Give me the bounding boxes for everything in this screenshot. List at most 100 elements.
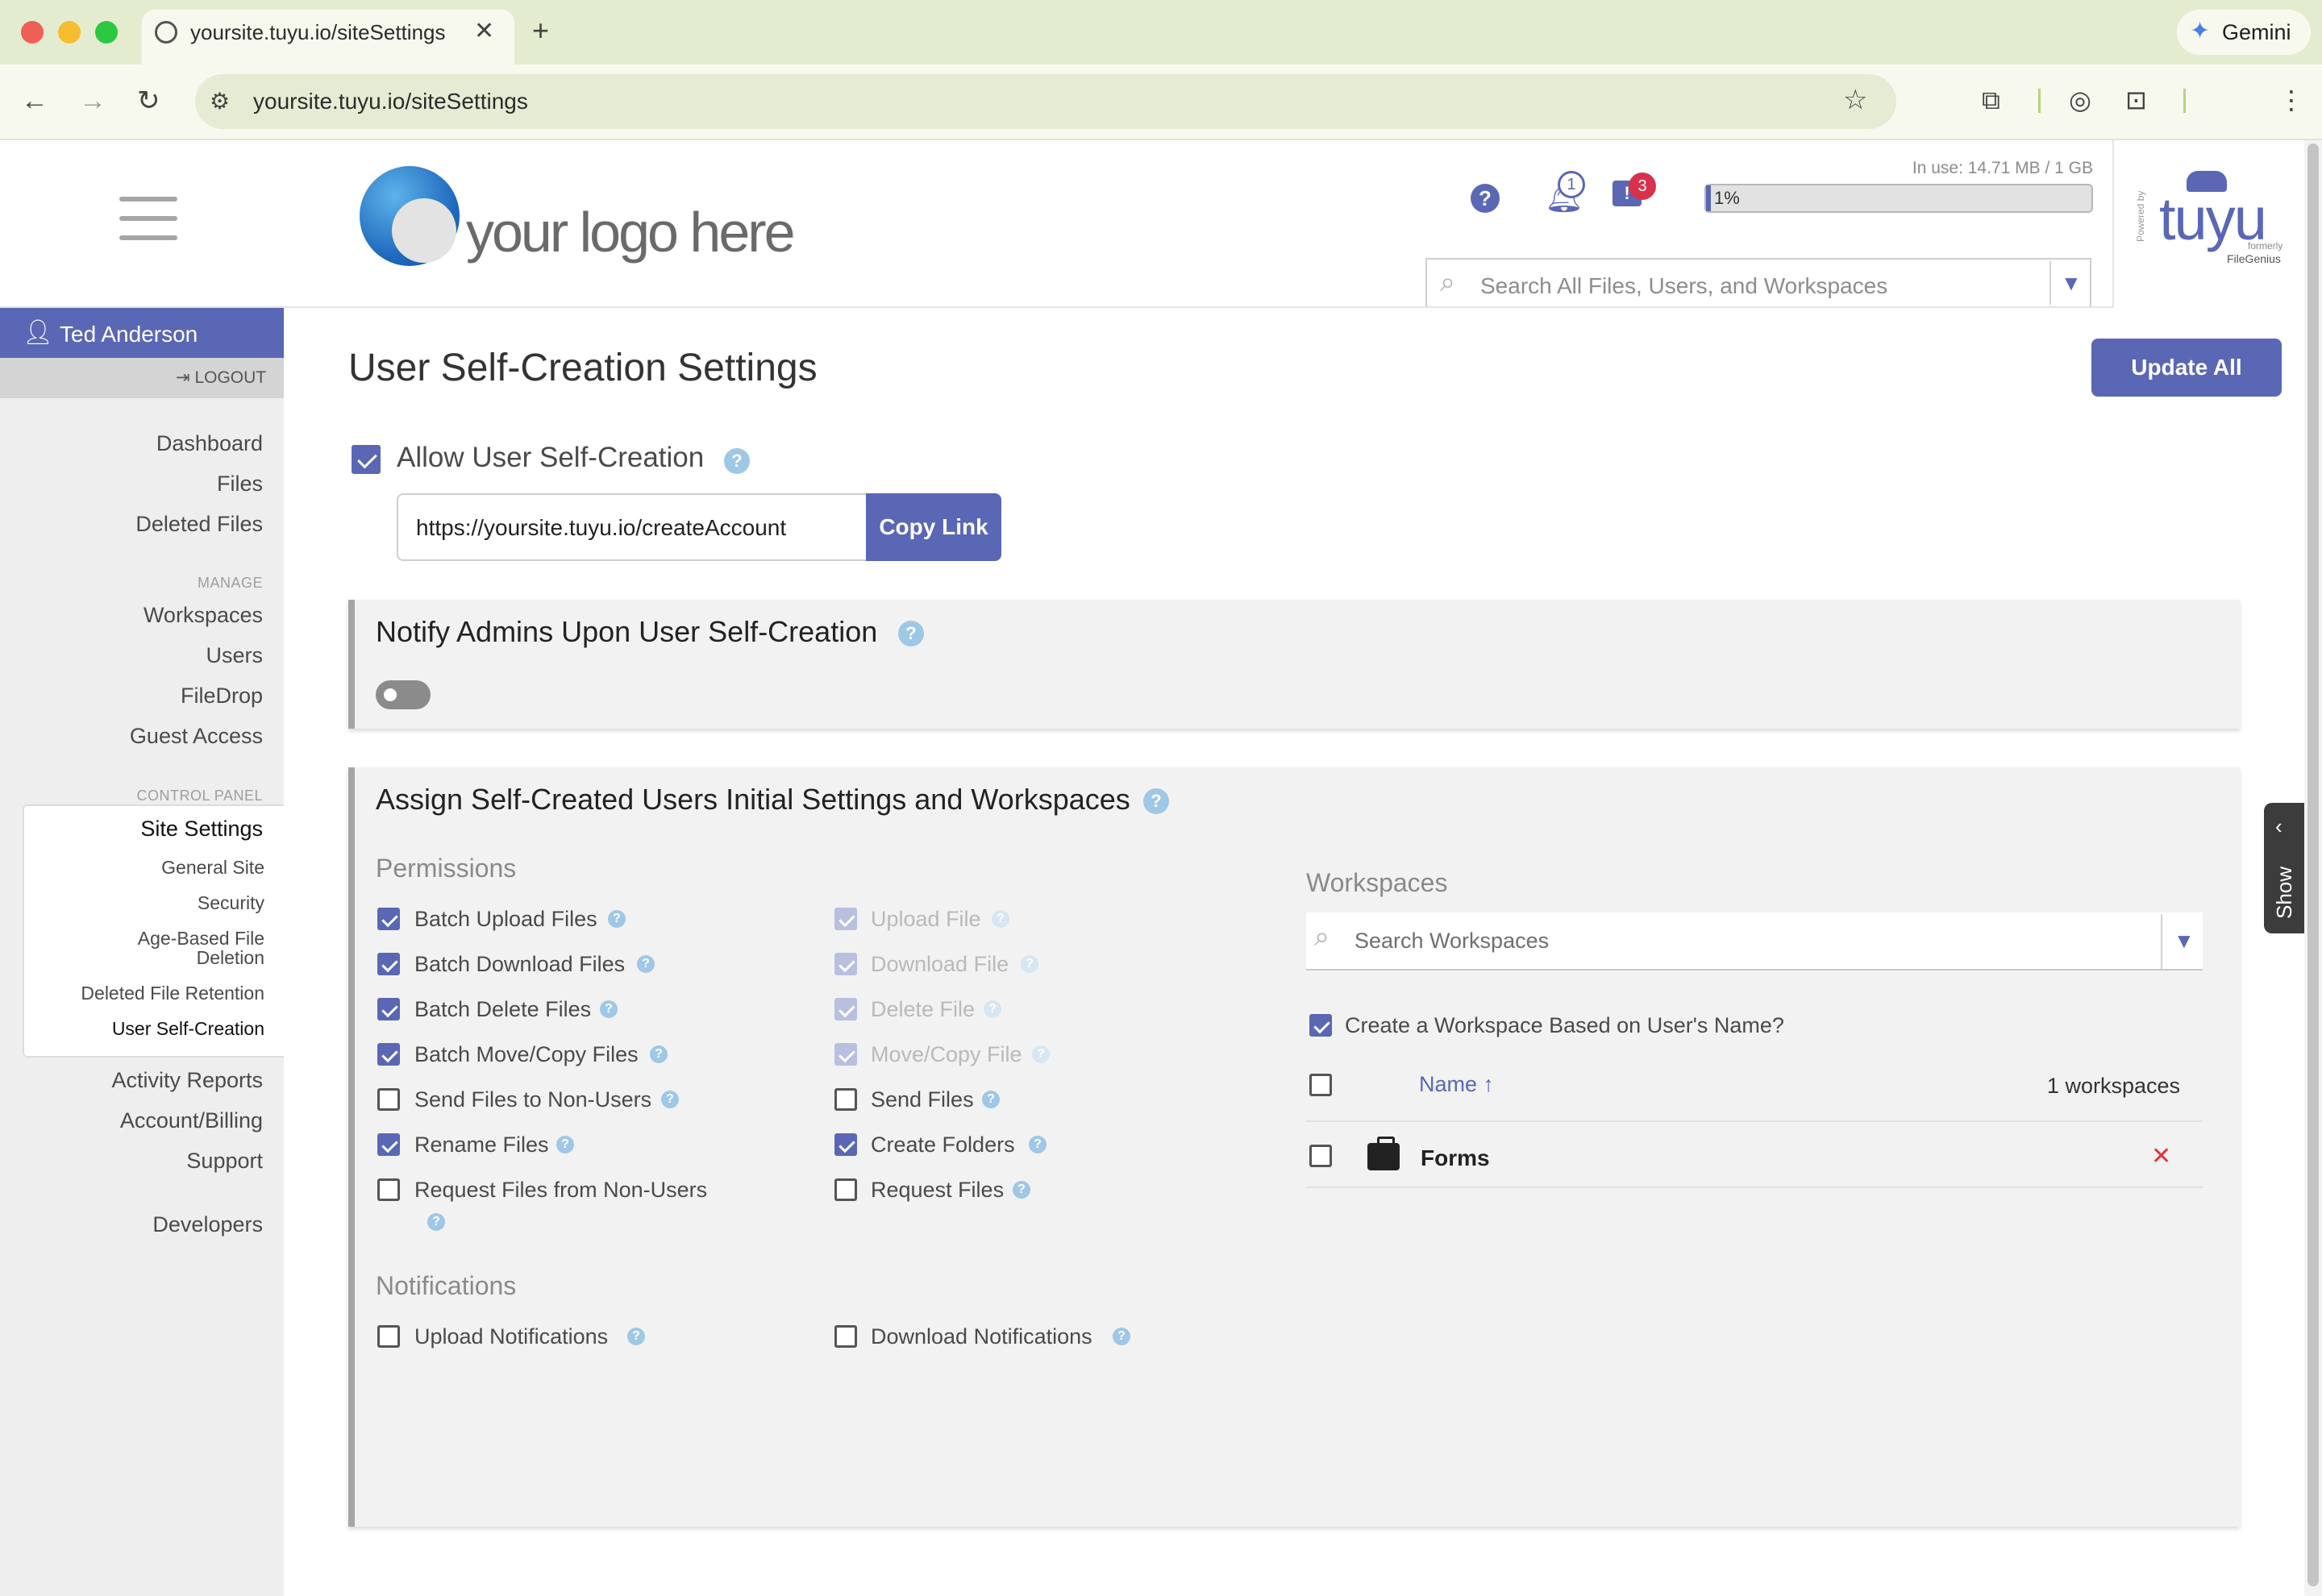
help-bubble-icon[interactable]: ? xyxy=(982,1091,1000,1108)
batch-move-copy-label: Batch Move/Copy Files xyxy=(414,1042,639,1066)
sidebar-item-filedrop[interactable]: FileDrop xyxy=(181,683,263,709)
sidebar-subitem-deletion[interactable]: Deletion xyxy=(197,948,264,967)
copy-link-button[interactable]: Copy Link xyxy=(866,493,1001,561)
extensions-icon[interactable]: ⧉ xyxy=(1982,84,2000,116)
globe-icon xyxy=(155,21,177,44)
sort-ascending-icon: ↑ xyxy=(1483,1072,1495,1096)
upload-notifications-checkbox[interactable] xyxy=(377,1325,400,1348)
sidebar-subitem-deleted-file-retention[interactable]: Deleted File Retention xyxy=(81,983,264,1003)
chevron-down-icon[interactable]: ▼ xyxy=(2174,927,2195,954)
update-all-button[interactable]: Update All xyxy=(2091,339,2282,397)
request-from-non-users-checkbox[interactable] xyxy=(377,1178,400,1201)
help-bubble-icon[interactable]: ? xyxy=(600,1000,618,1018)
sidebar-item-guest-access[interactable]: Guest Access xyxy=(130,723,263,749)
sidebar-item-workspaces[interactable]: Workspaces xyxy=(144,602,263,628)
search-icon: ⌕ xyxy=(1440,267,1456,297)
permissions-heading: Permissions xyxy=(376,854,517,883)
help-bubble-icon[interactable]: ? xyxy=(608,910,626,928)
download-notifications-label: Download Notifications xyxy=(871,1324,1092,1349)
window-zoom-dot[interactable] xyxy=(95,21,118,44)
page-scrollbar-thumb[interactable] xyxy=(2307,143,2319,1586)
move-copy-file-label: Move/Copy File xyxy=(871,1042,1022,1066)
sidebar-subitem-security[interactable]: Security xyxy=(198,893,264,912)
sidebar-item-developers[interactable]: Developers xyxy=(152,1212,263,1237)
reload-icon[interactable]: ↻ xyxy=(137,84,160,118)
help-bubble-icon[interactable]: ? xyxy=(992,910,1009,928)
brand-powered-text: Powered by xyxy=(2135,190,2146,242)
help-bubble-icon[interactable]: ? xyxy=(1029,1136,1047,1153)
help-bubble-icon[interactable]: ? xyxy=(984,1000,1001,1018)
site-settings-icon[interactable]: ⚙ xyxy=(210,85,230,118)
sidebar-item-dashboard[interactable]: Dashboard xyxy=(156,430,263,456)
rename-files-checkbox[interactable] xyxy=(377,1133,400,1156)
select-all-checkbox[interactable] xyxy=(1309,1074,1332,1096)
move-copy-file-checkbox xyxy=(834,1043,857,1066)
sidebar-item-users[interactable]: Users xyxy=(206,642,263,668)
create-account-link-value[interactable]: https://yoursite.tuyu.io/createAccount xyxy=(416,514,786,542)
sidebar-subitem-user-self-creation[interactable]: User Self-Creation xyxy=(112,1019,264,1038)
new-tab-button[interactable]: + xyxy=(532,16,549,45)
storage-usage-bar xyxy=(1704,184,2093,213)
sidebar-section-control-panel: CONTROL PANEL xyxy=(136,788,263,804)
help-bubble-icon[interactable]: ? xyxy=(724,448,750,474)
sidebar-item-site-settings[interactable]: Site Settings xyxy=(140,816,263,842)
help-bubble-icon[interactable]: ? xyxy=(1021,955,1038,973)
window-minimize-dot[interactable] xyxy=(58,21,81,44)
sidebar-item-activity-reports[interactable]: Activity Reports xyxy=(111,1067,263,1093)
tab-close-icon[interactable]: ✕ xyxy=(474,18,494,45)
send-to-non-users-checkbox[interactable] xyxy=(377,1088,400,1111)
gemini-icon: ✦ xyxy=(2190,18,2211,44)
chevron-left-icon: ‹ xyxy=(2275,814,2282,838)
sidebar-item-account-billing[interactable]: Account/Billing xyxy=(120,1108,263,1133)
row-checkbox[interactable] xyxy=(1309,1145,1332,1167)
batch-move-copy-checkbox[interactable] xyxy=(377,1043,400,1066)
workspace-search-input[interactable]: Search Workspaces xyxy=(1354,927,1549,954)
bookmark-star-icon[interactable]: ☆ xyxy=(1843,84,1867,116)
sidebar-subitem-general-site[interactable]: General Site xyxy=(161,858,264,877)
table-row-name[interactable]: Forms xyxy=(1421,1145,1490,1172)
download-file-label: Download File xyxy=(871,952,1009,976)
table-header-divider xyxy=(1306,1120,2203,1122)
batch-download-checkbox[interactable] xyxy=(377,953,400,975)
sidebar-item-files[interactable]: Files xyxy=(217,471,263,497)
help-bubble-icon[interactable]: ? xyxy=(627,1328,645,1345)
remove-x-icon[interactable]: ✕ xyxy=(2151,1141,2171,1172)
create-workspace-checkbox[interactable] xyxy=(1309,1014,1332,1037)
create-folders-checkbox[interactable] xyxy=(834,1133,857,1156)
download-notifications-checkbox[interactable] xyxy=(834,1325,857,1348)
chevron-down-icon[interactable]: ▼ xyxy=(2061,269,2082,297)
help-bubble-icon[interactable]: ? xyxy=(898,621,924,646)
help-bubble-icon[interactable]: ? xyxy=(661,1091,679,1108)
window-close-dot[interactable] xyxy=(21,21,44,44)
sidebar-item-support[interactable]: Support xyxy=(186,1148,263,1174)
storage-usage-fill xyxy=(1706,185,1711,211)
help-bubble-icon[interactable]: ? xyxy=(1113,1328,1130,1345)
help-bubble-icon[interactable]: ? xyxy=(1143,788,1169,814)
batch-upload-checkbox[interactable] xyxy=(377,908,400,930)
address-url[interactable]: yoursite.tuyu.io/siteSettings xyxy=(253,87,528,116)
screenshot-icon[interactable]: ◎ xyxy=(2069,84,2091,116)
browser-menu-icon[interactable]: ⋮ xyxy=(2278,84,2304,116)
tab-search-icon[interactable]: ⊡ xyxy=(2125,84,2147,116)
send-files-checkbox[interactable] xyxy=(834,1088,857,1111)
toggle-knob xyxy=(384,688,397,701)
help-bubble-icon[interactable]: ? xyxy=(427,1213,445,1231)
logout-link[interactable]: ⇥ LOGOUT xyxy=(176,368,266,389)
user-name[interactable]: Ted Anderson xyxy=(60,321,198,348)
sidebar-subitem-age-based-file[interactable]: Age-Based File xyxy=(138,929,264,948)
batch-upload-label: Batch Upload Files xyxy=(414,907,597,931)
request-files-checkbox[interactable] xyxy=(834,1178,857,1201)
allow-self-creation-checkbox[interactable] xyxy=(352,445,381,474)
help-icon[interactable]: ? xyxy=(1471,184,1500,213)
global-search-input[interactable]: Search All Files, Users, and Workspaces xyxy=(1480,272,1887,300)
forward-arrow-icon[interactable]: → xyxy=(79,84,106,118)
help-bubble-icon[interactable]: ? xyxy=(637,955,655,973)
help-bubble-icon[interactable]: ? xyxy=(556,1136,574,1153)
batch-delete-checkbox[interactable] xyxy=(377,998,400,1020)
back-arrow-icon[interactable]: ← xyxy=(21,84,48,118)
name-column-header[interactable]: Name ↑ xyxy=(1419,1070,1494,1098)
help-bubble-icon[interactable]: ? xyxy=(650,1045,668,1063)
sidebar-item-deleted-files[interactable]: Deleted Files xyxy=(135,511,263,537)
help-bubble-icon[interactable]: ? xyxy=(1032,1045,1050,1063)
help-bubble-icon[interactable]: ? xyxy=(1013,1181,1030,1199)
